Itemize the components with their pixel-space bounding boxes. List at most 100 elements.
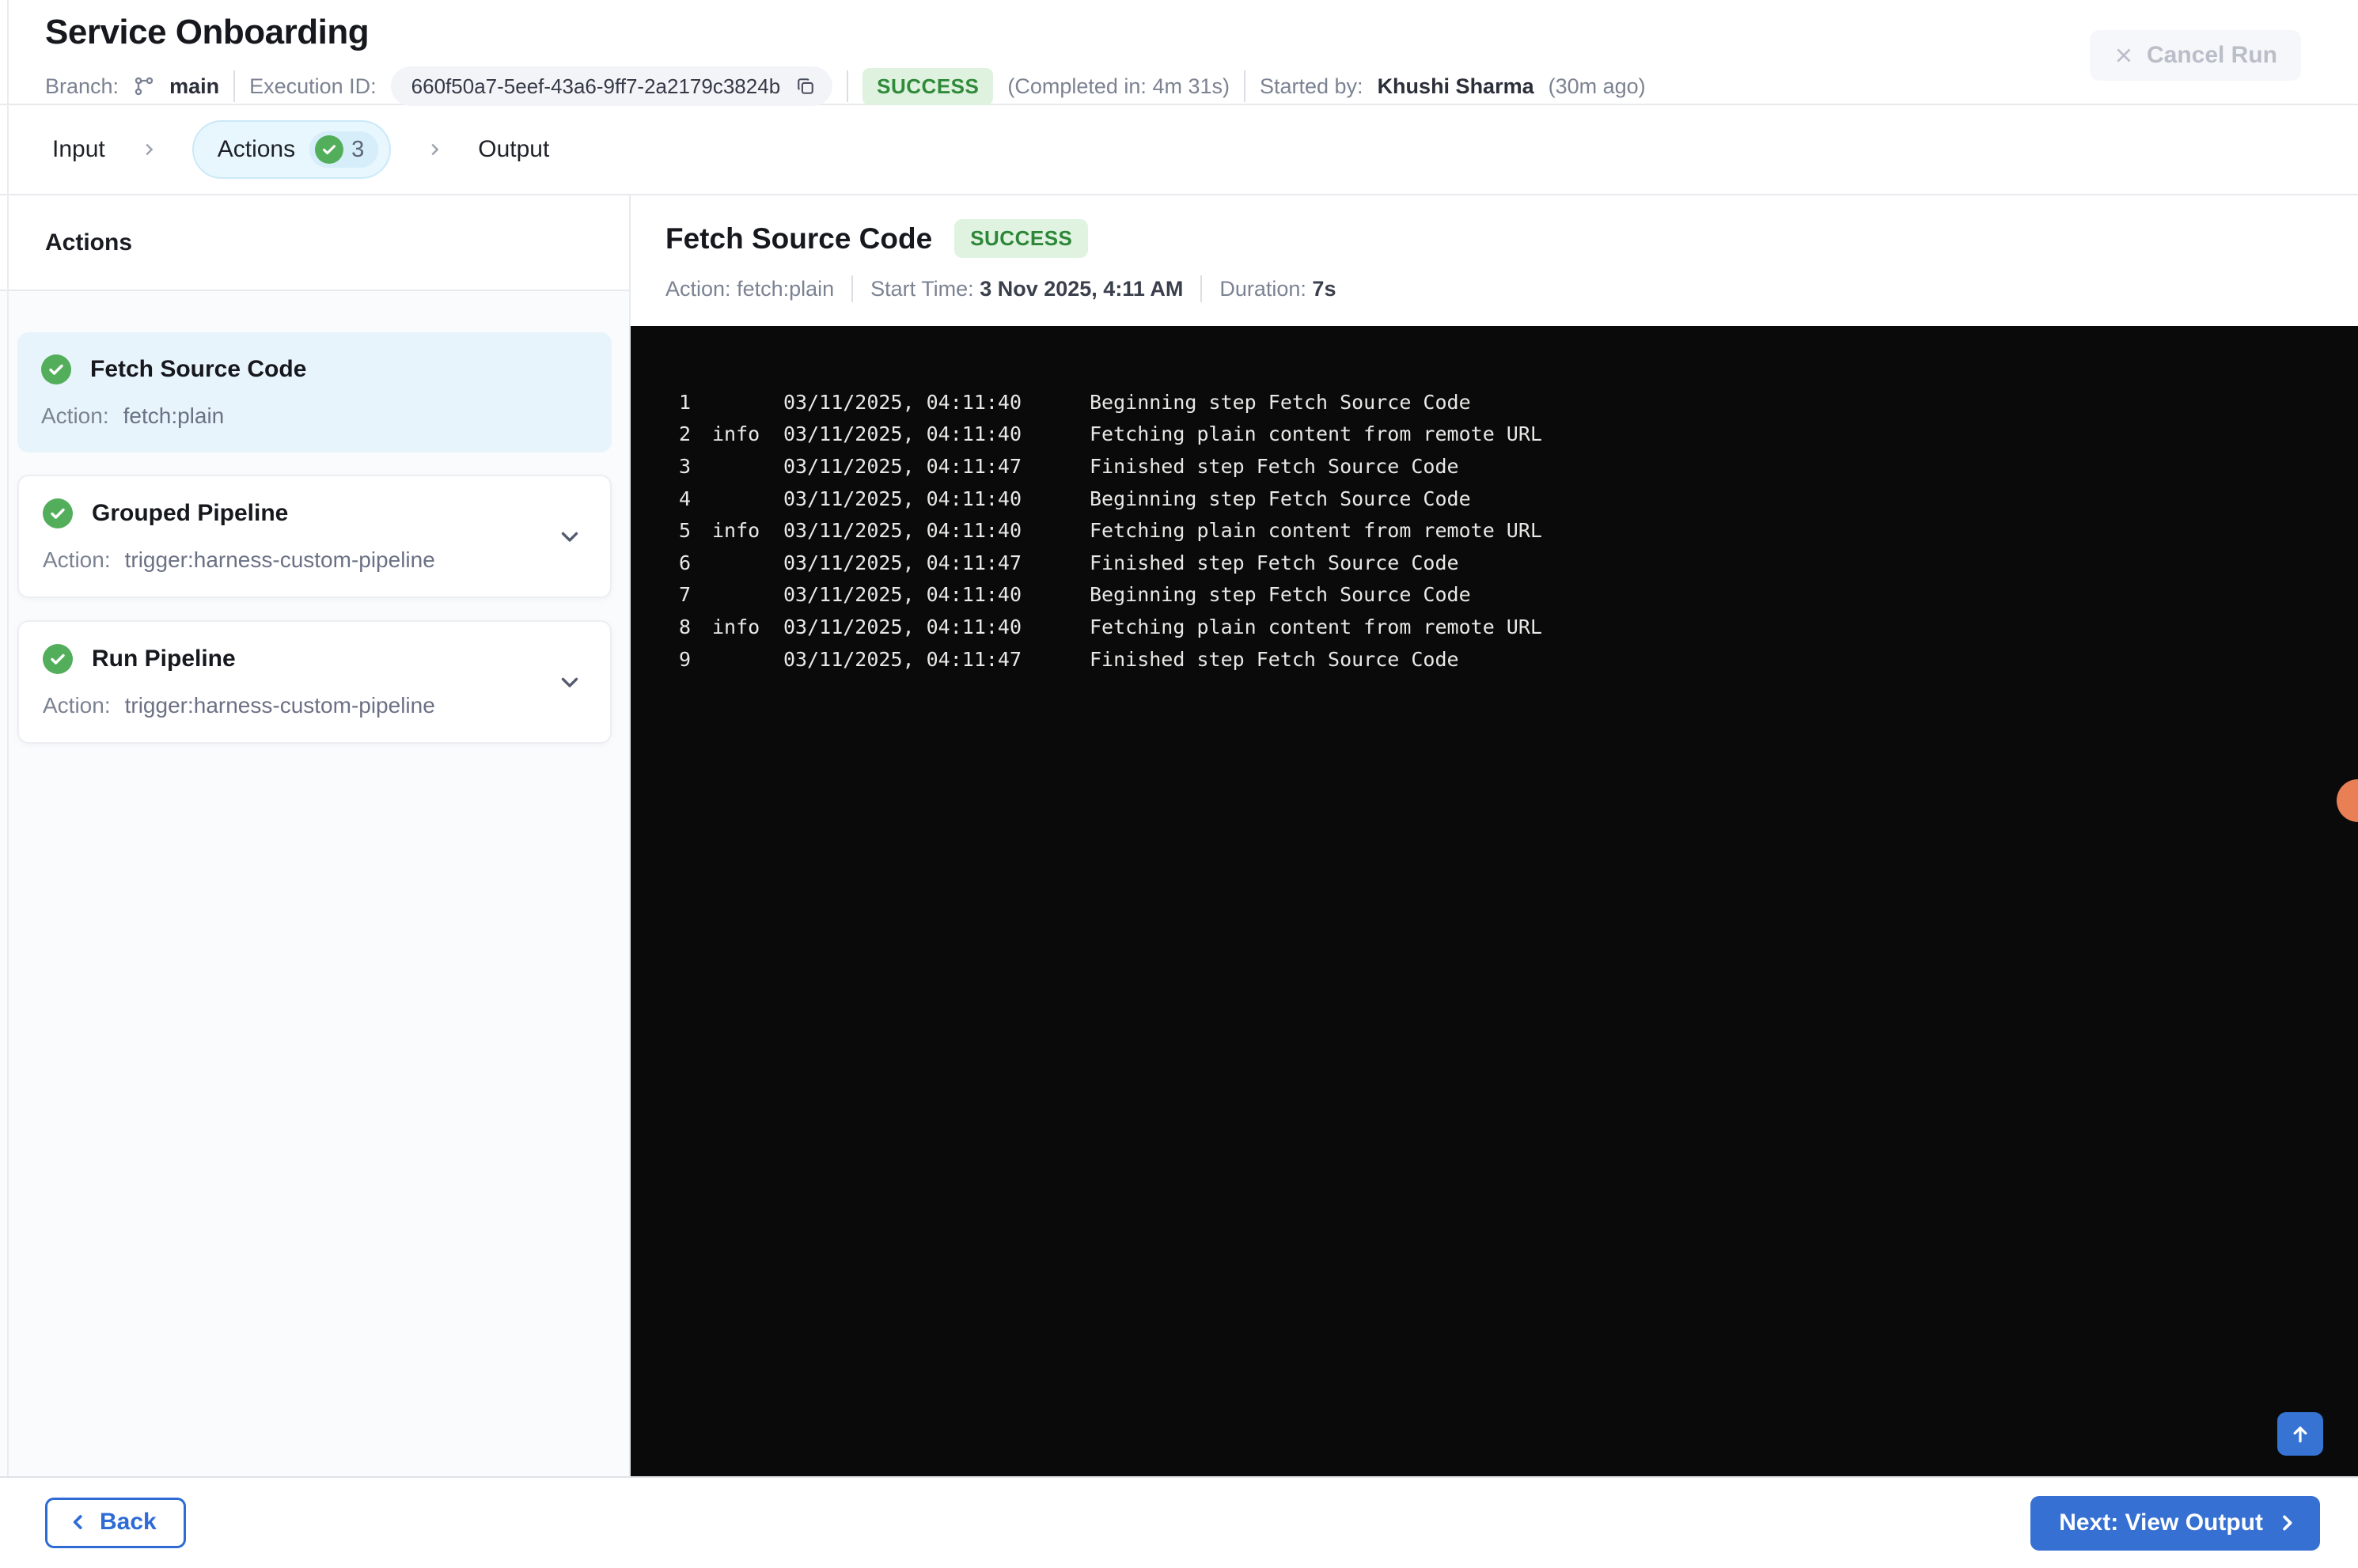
action-card-title: Grouped Pipeline	[92, 500, 289, 526]
page-title: Service Onboarding	[45, 13, 370, 51]
log-line-number: 3	[679, 454, 692, 478]
check-circle-icon	[43, 644, 73, 674]
annotation-marker-dot[interactable]	[2337, 779, 2358, 822]
log-timestamp: 03/11/2025, 04:11:47	[783, 551, 1022, 574]
log-line-number: 5	[679, 519, 692, 543]
drawer-edge-divider	[7, 0, 9, 1476]
workflow-execution-page: Service Onboarding Branch: main Executio…	[0, 0, 2358, 1568]
started-ago-text: (30m ago)	[1548, 74, 1646, 98]
log-line: 8 info 03/11/2025, 04:11:40 Fetching plain …	[679, 611, 2358, 643]
chevron-down-icon[interactable]	[556, 523, 583, 550]
card-action-row: Action: trigger:harness-custom-pipeline	[43, 547, 586, 573]
log-message: Finished step Fetch Source Code	[1090, 647, 1459, 671]
back-button[interactable]: Back	[45, 1498, 186, 1548]
next-button-label: Next: View Output	[2059, 1509, 2263, 1536]
scroll-to-top-button[interactable]	[2277, 1412, 2323, 1456]
log-level: info	[712, 519, 760, 543]
arrow-up-icon	[2288, 1422, 2312, 1446]
detail-title: Fetch Source Code	[665, 222, 933, 255]
card-action-row: Action: trigger:harness-custom-pipeline	[43, 693, 586, 718]
divider	[851, 275, 854, 302]
chevron-down-icon[interactable]	[556, 668, 583, 695]
card-action-row: Action: fetch:plain	[41, 403, 588, 429]
detail-title-row: Fetch Source Code SUCCESS	[665, 219, 2358, 258]
detail-header: Fetch Source Code SUCCESS Action: fetch:…	[631, 195, 2358, 326]
card-title-row: Grouped Pipeline	[43, 498, 586, 528]
log-line: 1 03/11/2025, 04:11:40 Beginning step Fetc…	[679, 386, 2358, 419]
divider	[1200, 275, 1203, 302]
branch-label: Branch:	[45, 74, 119, 98]
action-card-title: Fetch Source Code	[90, 356, 307, 382]
log-line-number: 1	[679, 390, 692, 414]
close-icon	[2113, 45, 2134, 66]
chevron-right-icon	[140, 141, 157, 158]
cancel-run-button[interactable]: Cancel Run	[2089, 30, 2301, 81]
action-label: Action:	[43, 693, 111, 718]
status-badge: SUCCESS	[862, 67, 994, 105]
check-circle-icon	[315, 135, 344, 164]
check-circle-icon	[43, 498, 73, 528]
actions-count-badge: 3	[309, 131, 379, 168]
log-line: 3 03/11/2025, 04:11:47 Finished step Fetch…	[679, 450, 2358, 483]
footer: Back Next: View Output	[0, 1476, 2358, 1568]
divider	[1243, 70, 1245, 102]
next-view-output-button[interactable]: Next: View Output	[2030, 1495, 2320, 1551]
card-title-row: Run Pipeline	[43, 644, 586, 674]
action-value: trigger:harness-custom-pipeline	[124, 693, 435, 718]
log-message: Beginning step Fetch Source Code	[1090, 487, 1471, 510]
tab-output[interactable]: Output	[478, 136, 549, 163]
sidebar-heading: Actions	[45, 229, 133, 256]
tab-actions-label: Actions	[217, 136, 296, 162]
detail-action: Action: fetch:plain	[665, 276, 835, 301]
log-timestamp: 03/11/2025, 04:11:40	[783, 422, 1022, 446]
log-line: 6 03/11/2025, 04:11:47 Finished step Fetch…	[679, 547, 2358, 579]
detail-status-badge: SUCCESS	[954, 219, 1089, 258]
log-message: Fetching plain content from remote URL	[1090, 422, 1542, 446]
log-level: info	[712, 615, 760, 638]
log-message: Finished step Fetch Source Code	[1090, 551, 1459, 574]
log-line-number: 2	[679, 422, 692, 446]
action-label: Action:	[41, 403, 109, 428]
sidebar-header: Actions	[0, 195, 629, 291]
log-line-number: 6	[679, 551, 692, 574]
action-card-fetch-source-code[interactable]: Fetch Source Code Action: fetch:plain	[17, 332, 612, 453]
divider	[233, 70, 236, 102]
log-line-number: 4	[679, 487, 692, 510]
log-timestamp: 03/11/2025, 04:11:40	[783, 390, 1022, 414]
git-branch-icon	[133, 75, 155, 97]
execution-meta-row: Branch: main Execution ID: 660f50a7-5eef…	[45, 66, 2358, 106]
chevron-right-icon	[2276, 1512, 2298, 1534]
branch-name: main	[169, 74, 220, 98]
log-line: 2 info 03/11/2025, 04:11:40 Fetching plain …	[679, 419, 2358, 451]
detail-duration: Duration: 7s	[1219, 276, 1336, 301]
execution-id-pill: 660f50a7-5eef-43a6-9ff7-2a2179c3824b	[390, 66, 833, 106]
execution-id-value: 660f50a7-5eef-43a6-9ff7-2a2179c3824b	[411, 74, 781, 98]
card-title-row: Fetch Source Code	[41, 354, 588, 384]
header: Service Onboarding Branch: main Executio…	[0, 0, 2358, 106]
actions-list: Fetch Source Code Action: fetch:plain Gr…	[0, 291, 629, 1476]
action-value: fetch:plain	[123, 403, 225, 428]
copy-icon[interactable]	[794, 75, 817, 97]
log-timestamp: 03/11/2025, 04:11:40	[783, 583, 1022, 607]
actions-count: 3	[351, 136, 365, 162]
action-card-grouped-pipeline[interactable]: Grouped Pipeline Action: trigger:harness…	[17, 475, 612, 598]
chevron-left-icon	[68, 1512, 89, 1532]
chevron-right-icon	[426, 141, 443, 158]
tab-input[interactable]: Input	[52, 136, 105, 163]
started-by-name: Khushi Sharma	[1377, 74, 1534, 98]
tab-actions[interactable]: Actions 3	[191, 120, 392, 179]
cancel-run-label: Cancel Run	[2146, 42, 2277, 68]
log-console[interactable]: 1 03/11/2025, 04:11:40 Beginning step Fetc…	[631, 326, 2358, 1476]
check-circle-icon	[41, 354, 71, 384]
log-timestamp: 03/11/2025, 04:11:40	[783, 487, 1022, 510]
action-card-run-pipeline[interactable]: Run Pipeline Action: trigger:harness-cus…	[17, 620, 612, 744]
log-message: Fetching plain content from remote URL	[1090, 519, 1542, 543]
log-timestamp: 03/11/2025, 04:11:47	[783, 454, 1022, 478]
execution-id-label: Execution ID:	[249, 74, 377, 98]
back-button-label: Back	[100, 1509, 157, 1535]
log-message: Finished step Fetch Source Code	[1090, 454, 1459, 478]
log-message: Fetching plain content from remote URL	[1090, 615, 1542, 638]
log-line: 9 03/11/2025, 04:11:47 Finished step Fetch…	[679, 643, 2358, 676]
log-line-number: 7	[679, 583, 692, 607]
divider	[847, 70, 849, 102]
